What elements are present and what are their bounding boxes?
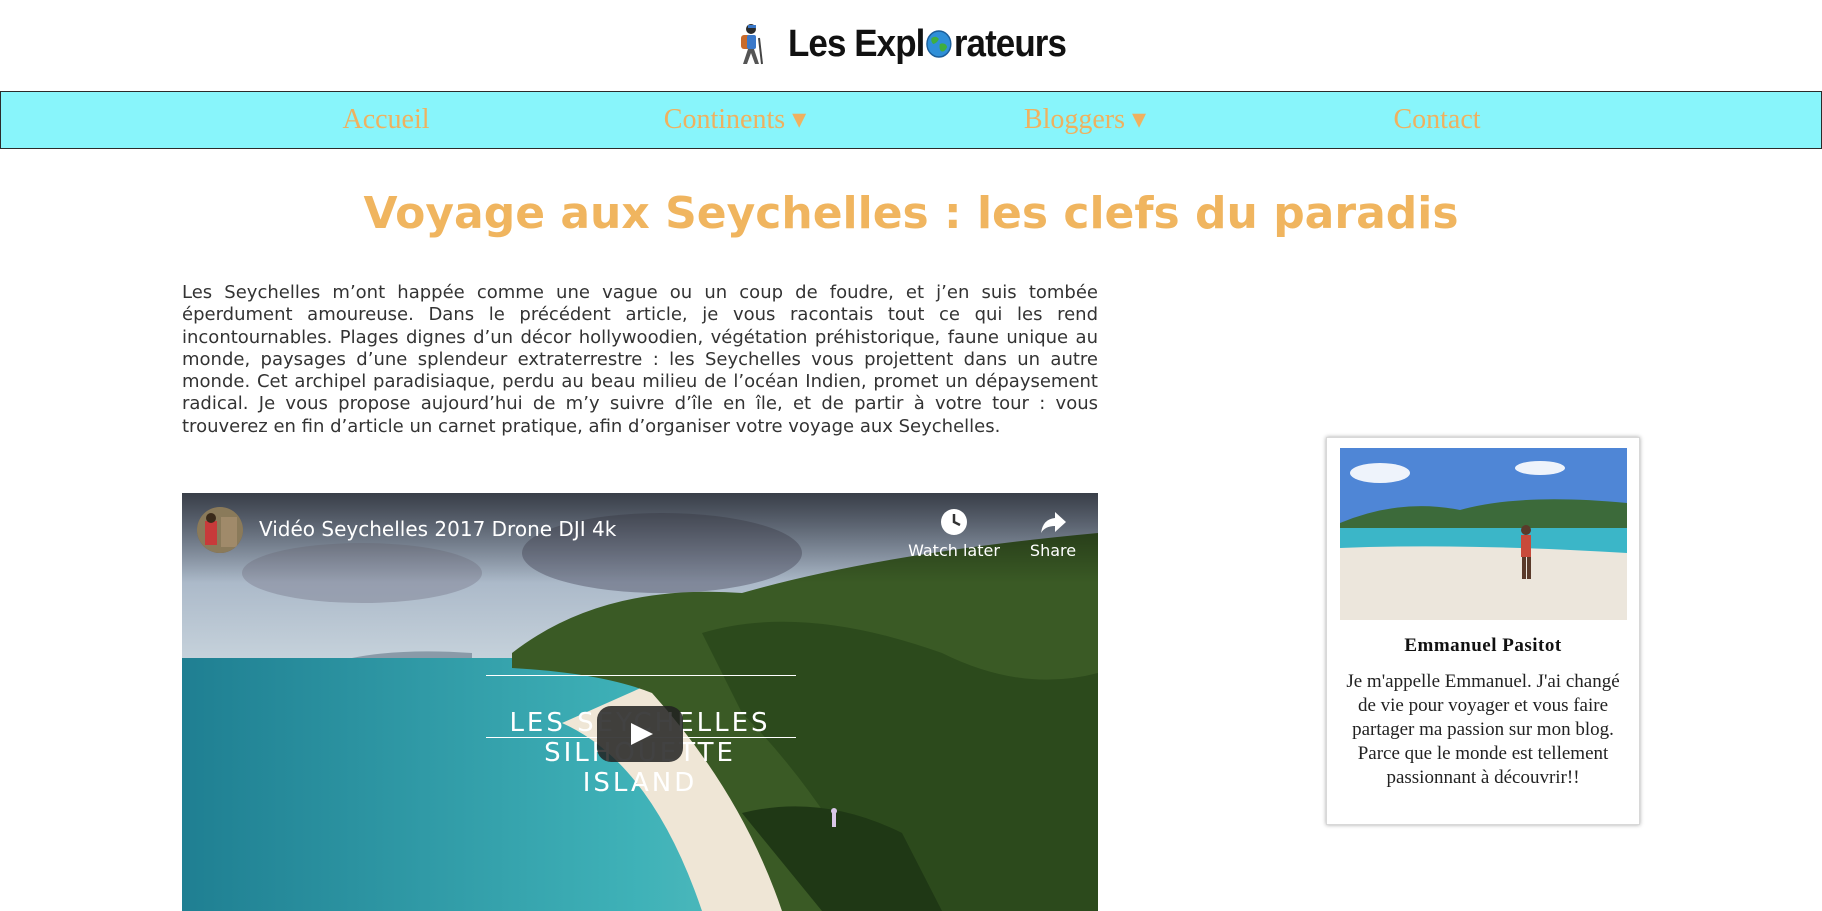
author-card: Emmanuel Pasitot Je m'appelle Emmanuel. … <box>1326 437 1640 825</box>
nav-item-contact[interactable]: Contact <box>1393 92 1480 148</box>
share-icon <box>1041 512 1066 533</box>
author-photo-image <box>1340 448 1627 620</box>
play-button[interactable] <box>597 706 683 762</box>
globe-icon <box>926 30 952 58</box>
channel-avatar-image <box>197 507 243 553</box>
video-player[interactable]: Vidéo Seychelles 2017 Drone DJI 4k Watch… <box>182 493 1098 911</box>
author-photo[interactable] <box>1340 448 1627 620</box>
watch-later-button[interactable]: Watch later <box>894 507 1014 560</box>
video-title[interactable]: Vidéo Seychelles 2017 Drone DJI 4k <box>259 517 616 541</box>
watch-later-label: Watch later <box>908 541 1000 560</box>
share-label: Share <box>1029 541 1077 560</box>
author-bio: Je m'appelle Emmanuel. J'ai changé de vi… <box>1346 671 1620 788</box>
main-navigation: Accueil Continents ▾ Bloggers ▾ Contact <box>0 91 1822 149</box>
hiker-icon <box>740 24 763 65</box>
site-header: Les Expl rateurs <box>0 20 1822 68</box>
overlay-divider-top <box>486 675 796 676</box>
logo-text-part1: Les Expl <box>787 22 925 65</box>
clock-icon <box>941 509 967 535</box>
article-intro: Les Seychelles m’ont happée comme une va… <box>182 282 1098 437</box>
share-button[interactable]: Share <box>1018 507 1088 560</box>
article-title: Voyage aux Seychelles : les clefs du par… <box>363 188 1459 239</box>
site-logo[interactable]: Les Expl rateurs <box>732 22 1090 66</box>
nav-item-continents[interactable]: Continents ▾ <box>664 92 806 148</box>
author-name[interactable]: Emmanuel Pasitot <box>1327 635 1639 657</box>
logo-text-part2: rateurs <box>953 22 1067 65</box>
nav-item-bloggers[interactable]: Bloggers ▾ <box>1024 92 1146 148</box>
nav-item-accueil[interactable]: Accueil <box>342 92 429 148</box>
site-logo-text: Les Expl rateurs <box>787 22 1067 66</box>
channel-avatar[interactable] <box>197 507 243 553</box>
